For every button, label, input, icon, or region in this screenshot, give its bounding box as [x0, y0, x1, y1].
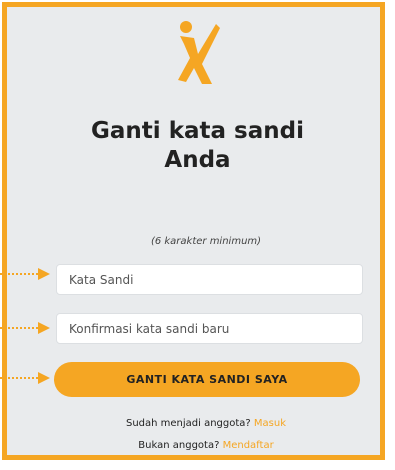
password-input[interactable] — [56, 264, 363, 295]
login-prompt: Sudah menjadi anggota? Masuk — [0, 418, 395, 429]
nonmember-text: Bukan anggota? — [138, 440, 220, 451]
title-line-1: Ganti kata sandi — [91, 118, 304, 144]
title-line-2: Anda — [164, 147, 231, 173]
signup-link[interactable]: Mendaftar — [223, 440, 274, 451]
password-hint: (6 karakter minimum) — [150, 236, 262, 247]
dotted-arrow-icon — [0, 372, 50, 384]
dotted-arrow-icon — [0, 322, 50, 334]
confirm-password-input[interactable] — [56, 313, 363, 344]
dotted-arrow-icon — [0, 268, 50, 280]
page-title: Ganti kata sandi Anda — [0, 117, 395, 175]
brand-logo-icon — [178, 21, 220, 84]
member-text: Sudah menjadi anggota? — [125, 418, 251, 429]
signup-prompt: Bukan anggota? Mendaftar — [0, 440, 395, 451]
login-link[interactable]: Masuk — [254, 418, 286, 429]
change-password-button[interactable]: GANTI KATA SANDI SAYA — [54, 362, 360, 397]
